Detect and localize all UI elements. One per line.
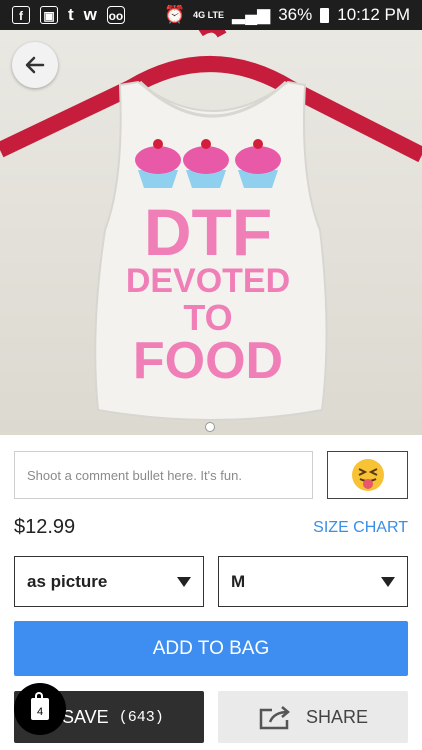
- battery-percent: 36%: [278, 5, 313, 24]
- arrow-left-icon: [25, 56, 45, 74]
- share-icon: [259, 706, 290, 730]
- notification-icons: f ▣ t w oo: [0, 5, 125, 25]
- tongue-out-emoji-icon: [351, 459, 384, 491]
- gallery-icon: ▣: [40, 6, 58, 24]
- voicemail-icon: oo: [106, 6, 125, 24]
- product-photo: DTF DEVOTED TO FOOD: [0, 30, 422, 435]
- shopping-bag-button[interactable]: 4: [14, 683, 66, 735]
- shirt-text-devoted: DEVOTED: [126, 262, 290, 300]
- size-select[interactable]: M: [218, 556, 408, 607]
- shirt-text-food: FOOD: [133, 332, 283, 390]
- size-select-value: M: [231, 571, 246, 591]
- wattpad-icon: w: [83, 5, 97, 24]
- network-indicator: 4G LTE: [193, 10, 224, 20]
- shirt-text-dtf: DTF: [144, 195, 272, 269]
- size-chart-link[interactable]: SIZE CHART: [313, 519, 408, 537]
- clock: 10:12 PM: [337, 5, 410, 24]
- save-label: SAVE: [62, 706, 109, 727]
- status-bar: f ▣ t w oo ⏰ 4G LTE ▂▄▆ 36% 10:12 PM: [0, 0, 422, 30]
- add-to-bag-button[interactable]: ADD TO BAG: [14, 621, 408, 676]
- shopping-bag-icon: 4: [31, 692, 49, 720]
- alarm-icon: ⏰: [163, 5, 186, 24]
- back-button[interactable]: [12, 42, 58, 88]
- battery-icon: [320, 7, 330, 23]
- save-count: (643): [118, 708, 164, 726]
- dropdown-caret-icon: [177, 576, 191, 587]
- dropdown-caret-icon: [381, 576, 395, 587]
- image-pager-dot[interactable]: [205, 422, 215, 432]
- color-select[interactable]: as picture: [14, 556, 204, 607]
- bag-count: 4: [36, 706, 44, 718]
- emoji-button[interactable]: [327, 451, 408, 499]
- share-label: SHARE: [305, 706, 368, 727]
- signal-icon: ▂▄▆: [232, 5, 271, 24]
- product-image[interactable]: DTF DEVOTED TO FOOD: [0, 30, 422, 435]
- facebook-icon: f: [12, 6, 30, 24]
- comment-input[interactable]: [14, 451, 313, 499]
- product-price: $12.99: [14, 516, 76, 538]
- tumblr-icon: t: [68, 5, 74, 24]
- share-button[interactable]: SHARE: [218, 691, 408, 743]
- color-select-value: as picture: [27, 571, 108, 591]
